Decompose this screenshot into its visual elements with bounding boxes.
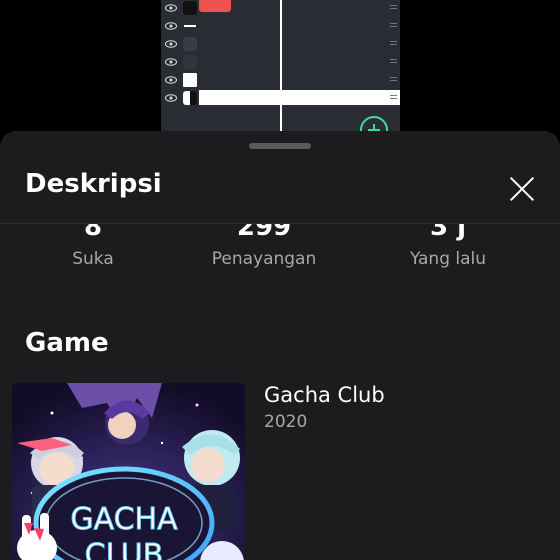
stat-views-label: Penayangan [211,249,317,269]
stat-time-label: Yang lalu [409,249,487,269]
eye-icon[interactable] [165,94,177,102]
layer-thumbnail [183,73,197,87]
drag-handle-icon[interactable] [390,93,397,102]
layer-row[interactable] [161,0,400,18]
game-cover-image[interactable]: GACHA CLUB [12,383,245,560]
stat-views-value: 299 [236,224,292,242]
drag-handle-icon[interactable] [390,3,397,12]
stat-time-value: 3 j [429,224,467,242]
close-icon[interactable] [508,175,536,203]
game-year: 2020 [264,412,308,432]
game-section-title: Game [25,328,109,358]
layer-row[interactable] [161,18,400,36]
description-sheet: Deskripsi 8 Suka 299 Penayangan 3 j Yang… [0,131,560,560]
layer-thumbnail [183,19,197,33]
stat-likes-value: 8 [83,224,103,242]
layer-thumbnail [183,37,197,51]
layer-thumbnail [183,91,197,105]
stat-likes: 8 Suka [43,224,143,269]
eye-icon[interactable] [165,4,177,12]
layer-row[interactable] [161,90,400,108]
game-cover-art: GACHA CLUB [12,383,245,560]
sheet-title: Deskripsi [25,169,162,199]
eye-icon[interactable] [165,40,177,48]
cover-logo-text-bottom: CLUB [85,538,164,560]
stat-views: 299 Penayangan [189,224,339,269]
drag-handle-icon[interactable] [390,39,397,48]
editor-panel [161,0,400,135]
drag-handle-icon[interactable] [390,21,397,30]
layer-row[interactable] [161,72,400,90]
drag-handle-icon[interactable] [390,75,397,84]
eye-icon[interactable] [165,58,177,66]
stat-time: 3 j Yang lalu [388,224,508,269]
sheet-drag-handle[interactable] [249,143,311,149]
eye-icon[interactable] [165,22,177,30]
layer-thumbnail [183,55,197,69]
game-title[interactable]: Gacha Club [264,383,385,407]
drag-handle-icon[interactable] [390,57,397,66]
layer-thumbnail [183,1,197,15]
layer-row[interactable] [161,36,400,54]
stats-row: 8 Suka 299 Penayangan 3 j Yang lalu [0,224,560,284]
layer-row[interactable] [161,54,400,72]
cover-logo-text-top: GACHA [70,502,178,537]
eye-icon[interactable] [165,76,177,84]
stat-likes-label: Suka [72,249,114,269]
